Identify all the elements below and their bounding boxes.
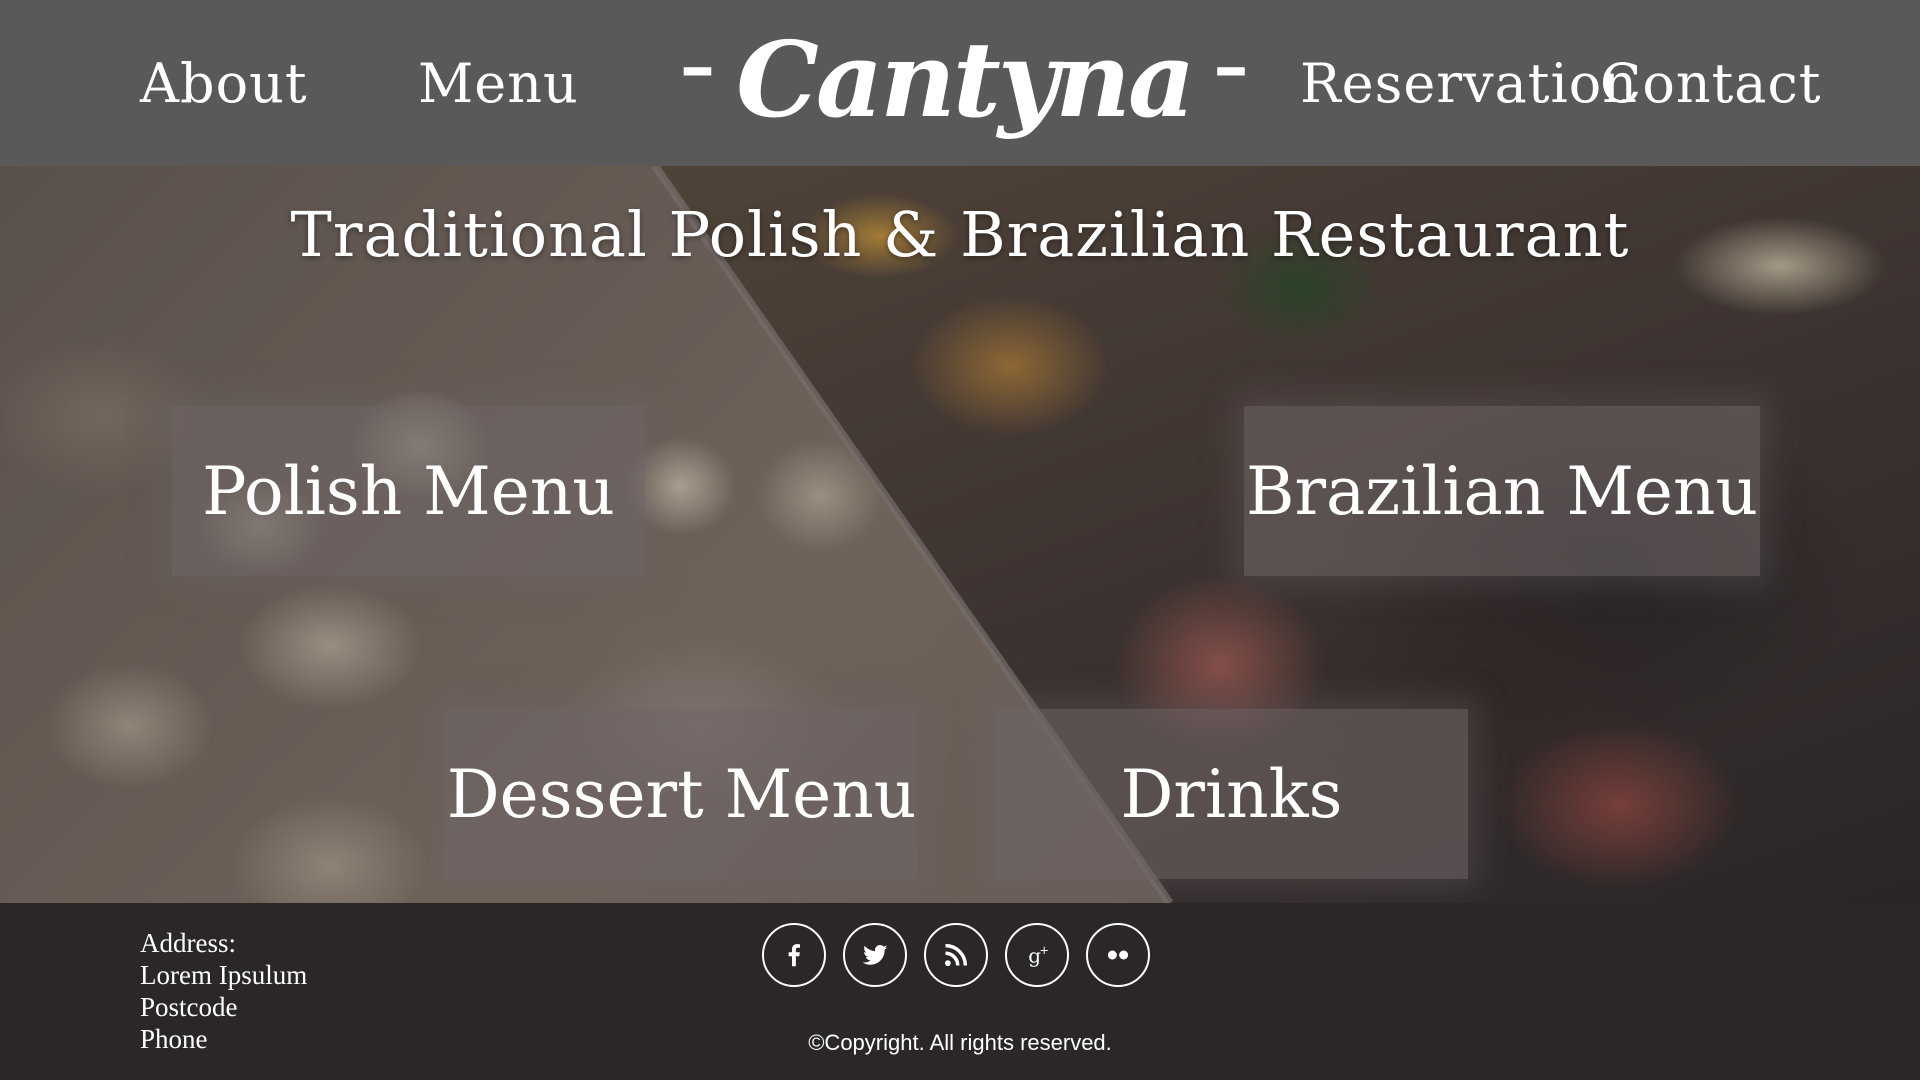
flickr-icon bbox=[1107, 950, 1129, 960]
nav-contact[interactable]: Contact bbox=[1600, 52, 1821, 115]
google-plus-icon: g + bbox=[1028, 944, 1049, 968]
dessert-menu-button[interactable]: Dessert Menu bbox=[445, 709, 918, 879]
hero-banner: Traditional Polish & Brazilian Restauran… bbox=[0, 166, 1920, 903]
twitter-button[interactable] bbox=[843, 923, 907, 987]
copyright-text: ©Copyright. All rights reserved. bbox=[808, 1030, 1112, 1055]
rss-icon bbox=[944, 943, 968, 967]
site-header: About Menu – Cantyna – Reservation Conta… bbox=[0, 0, 1920, 166]
address-line: Lorem Ipsulum bbox=[140, 960, 308, 990]
nav-reservation[interactable]: Reservation bbox=[1300, 52, 1638, 115]
drinks-button[interactable]: Drinks bbox=[995, 709, 1468, 879]
facebook-icon bbox=[788, 944, 800, 967]
facebook-button[interactable] bbox=[762, 923, 826, 987]
flickr-button[interactable] bbox=[1086, 923, 1150, 987]
nav-menu[interactable]: Menu bbox=[418, 52, 579, 115]
social-links: g + bbox=[762, 923, 1150, 989]
hero-title: Traditional Polish & Brazilian Restauran… bbox=[290, 198, 1630, 271]
address-label: Address: bbox=[140, 928, 236, 958]
brazilian-menu-button[interactable]: Brazilian Menu bbox=[1244, 406, 1760, 576]
svg-text:+: + bbox=[1040, 944, 1049, 957]
logo-text: Cantyna bbox=[736, 18, 1195, 141]
polish-menu-button[interactable]: Polish Menu bbox=[172, 406, 645, 576]
site-footer: Address: Lorem Ipsulum Postcode Phone g bbox=[0, 903, 1920, 1080]
logo[interactable]: – Cantyna – bbox=[680, 18, 1248, 148]
logo-dash-left: – bbox=[680, 24, 715, 107]
postcode: Postcode bbox=[140, 992, 238, 1022]
google-plus-button[interactable]: g + bbox=[1005, 923, 1069, 987]
twitter-icon bbox=[862, 945, 888, 965]
rss-button[interactable] bbox=[924, 923, 988, 987]
nav-about[interactable]: About bbox=[140, 52, 308, 115]
logo-dash-right: – bbox=[1213, 24, 1249, 107]
